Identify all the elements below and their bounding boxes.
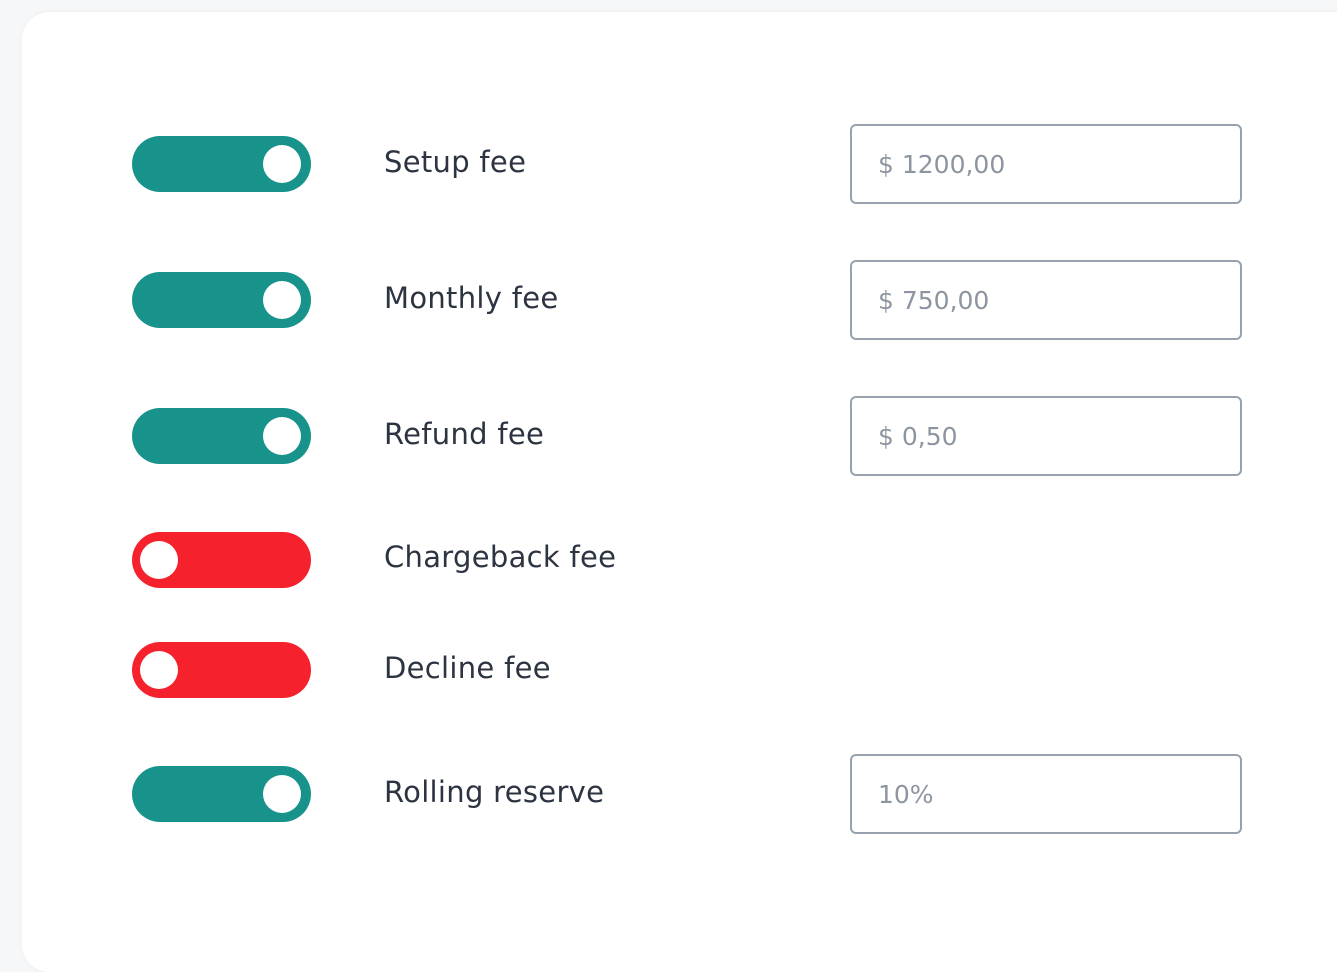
toggle-knob — [263, 775, 301, 813]
setup-fee-toggle[interactable] — [132, 136, 311, 192]
toggle-knob — [263, 281, 301, 319]
monthly-fee-label: Monthly fee — [384, 281, 559, 315]
rolling-reserve-toggle[interactable] — [132, 766, 311, 822]
refund-fee-toggle[interactable] — [132, 408, 311, 464]
monthly-fee-input[interactable] — [850, 260, 1242, 340]
rolling-reserve-input[interactable] — [850, 754, 1242, 834]
decline-fee-label: Decline fee — [384, 651, 551, 685]
toggle-knob — [263, 417, 301, 455]
setup-fee-input[interactable] — [850, 124, 1242, 204]
decline-fee-toggle[interactable] — [132, 642, 311, 698]
rolling-reserve-label: Rolling reserve — [384, 775, 605, 809]
chargeback-fee-label: Chargeback fee — [384, 540, 617, 574]
setup-fee-label: Setup fee — [384, 145, 527, 179]
toggle-knob — [140, 541, 178, 579]
monthly-fee-toggle[interactable] — [132, 272, 311, 328]
chargeback-fee-toggle[interactable] — [132, 532, 311, 588]
toggle-knob — [263, 145, 301, 183]
toggle-knob — [140, 651, 178, 689]
refund-fee-label: Refund fee — [384, 417, 545, 451]
refund-fee-input[interactable] — [850, 396, 1242, 476]
